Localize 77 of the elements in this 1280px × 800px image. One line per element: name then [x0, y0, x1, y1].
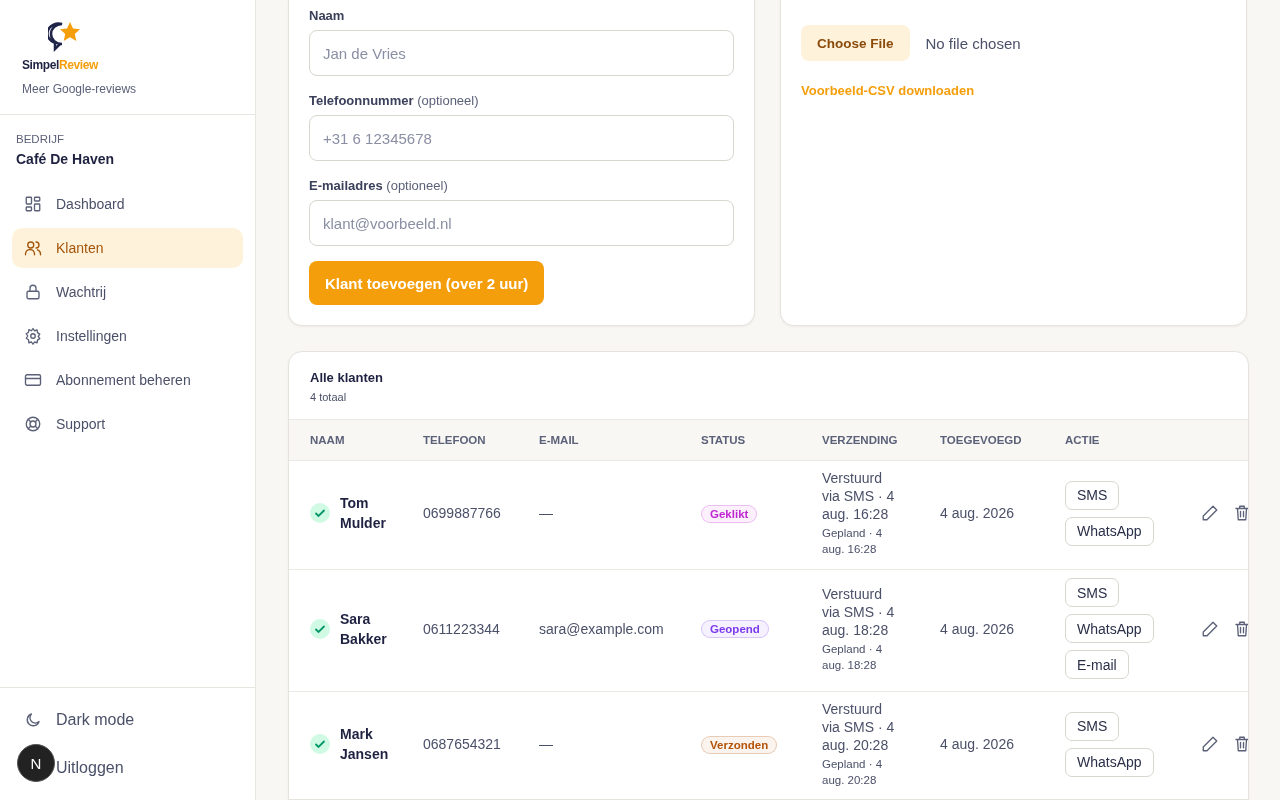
- company-name: Café De Haven: [16, 151, 115, 167]
- sidebar-item[interactable]: Abonnement beheren: [12, 360, 243, 400]
- status-badge: Verzonden: [701, 735, 778, 754]
- table-cell-text: 0699887766: [423, 505, 502, 521]
- send-button[interactable]: SMS: [1065, 578, 1120, 607]
- table-cell-text: —: [539, 505, 554, 521]
- customer-name: Sara Bakker: [340, 609, 388, 649]
- sidebar-action[interactable]: Dark mode: [56, 711, 135, 729]
- send-button[interactable]: WhatsApp: [1065, 614, 1154, 643]
- table-cell-text: 4 aug. 2026: [940, 736, 1015, 752]
- table-title: Alle klanten: [310, 370, 384, 385]
- sidebar-item-label: Wachtrij: [56, 284, 107, 300]
- sidebar-item-label: Klanten: [56, 240, 104, 256]
- sent-info: Verstuurd via SMS · 4 aug. 20:28: [822, 700, 896, 754]
- lifebuoy-icon: [24, 415, 42, 433]
- field-label: E-mailadres (optioneel): [309, 178, 449, 193]
- company-label: BEDRIJF: [16, 133, 65, 145]
- pencil-icon: [1201, 735, 1219, 753]
- send-button[interactable]: WhatsApp: [1065, 516, 1154, 546]
- send-button[interactable]: E-mail: [1065, 650, 1129, 679]
- column-header: E-MAIL: [539, 434, 580, 446]
- table-cell-text: 0611223344: [423, 620, 501, 637]
- sidebar-item[interactable]: Support: [12, 404, 243, 444]
- send-button[interactable]: WhatsApp: [1065, 747, 1154, 777]
- table-count: 4 totaal: [310, 391, 348, 403]
- sidebar-action[interactable]: Uitloggen: [56, 759, 124, 777]
- choose-file-button[interactable]: Choose File: [801, 25, 910, 61]
- input-field[interactable]: +31 6 12345678: [309, 115, 734, 161]
- column-header: TOEGEVOEGD: [940, 434, 1023, 446]
- sent-info: Verstuurd via SMS · 4 aug. 18:28: [822, 584, 896, 639]
- sidebar-item[interactable]: Dashboard: [12, 184, 243, 224]
- input-field[interactable]: Jan de Vries: [309, 30, 734, 76]
- send-button[interactable]: SMS: [1065, 480, 1120, 510]
- sidebar-item[interactable]: Instellingen: [12, 316, 243, 356]
- settings-icon: [24, 327, 42, 345]
- logo-icon: [48, 20, 82, 54]
- dashboard-icon: [24, 195, 42, 213]
- table-cell-text: sara@example.com: [539, 620, 665, 637]
- planned-info: Gepland · 4 aug. 20:28: [822, 757, 884, 788]
- column-header: ACTIE: [1065, 434, 1101, 446]
- sidebar-item-label: Dashboard: [56, 196, 125, 212]
- field-label: Telefoonnummer (optioneel): [309, 93, 480, 108]
- planned-info: Gepland · 4 aug. 16:28: [822, 526, 884, 557]
- brand-tagline: Meer Google-reviews: [22, 82, 138, 96]
- trash-icon: [1233, 504, 1248, 522]
- table-cell-text: —: [539, 736, 554, 752]
- field-label: Naam: [309, 8, 346, 23]
- trash-icon: [1233, 735, 1248, 753]
- users-icon: [24, 239, 42, 257]
- table-cell-text: 0687654321: [423, 736, 502, 752]
- trash-icon: [1233, 619, 1248, 638]
- column-header: TELEFOON: [423, 434, 487, 446]
- send-button[interactable]: SMS: [1065, 711, 1120, 741]
- brand-name: SimpelReview: [22, 58, 100, 72]
- lock-icon: [24, 283, 42, 301]
- sidebar-item-label: Support: [56, 416, 106, 432]
- credit-card-icon: [24, 371, 42, 389]
- planned-info: Gepland · 4 aug. 18:28: [822, 641, 884, 673]
- customer-name: Tom Mulder: [340, 494, 387, 533]
- sidebar-item-label: Abonnement beheren: [56, 372, 191, 388]
- file-status: No file chosen: [925, 34, 1021, 52]
- pencil-icon: [1201, 504, 1219, 522]
- moon-icon: [24, 711, 42, 729]
- status-badge: Geopend: [701, 620, 769, 638]
- input-field[interactable]: klant@voorbeeld.nl: [309, 200, 734, 246]
- sidebar-item[interactable]: Wachtrij: [12, 272, 243, 312]
- column-header: STATUS: [701, 434, 747, 446]
- column-header: NAAM: [310, 434, 346, 446]
- customer-name: Mark Jansen: [340, 725, 390, 764]
- table-cell-text: 4 aug. 2026: [940, 620, 1015, 637]
- sidebar-item-label: Instellingen: [56, 328, 127, 344]
- status-badge: Geklikt: [701, 504, 758, 523]
- table-cell-text: 4 aug. 2026: [940, 505, 1015, 521]
- column-header: VERZENDING: [822, 434, 899, 446]
- sidebar-item[interactable]: Klanten: [12, 228, 243, 268]
- sent-info: Verstuurd via SMS · 4 aug. 16:28: [822, 469, 896, 523]
- pencil-icon: [1201, 619, 1219, 638]
